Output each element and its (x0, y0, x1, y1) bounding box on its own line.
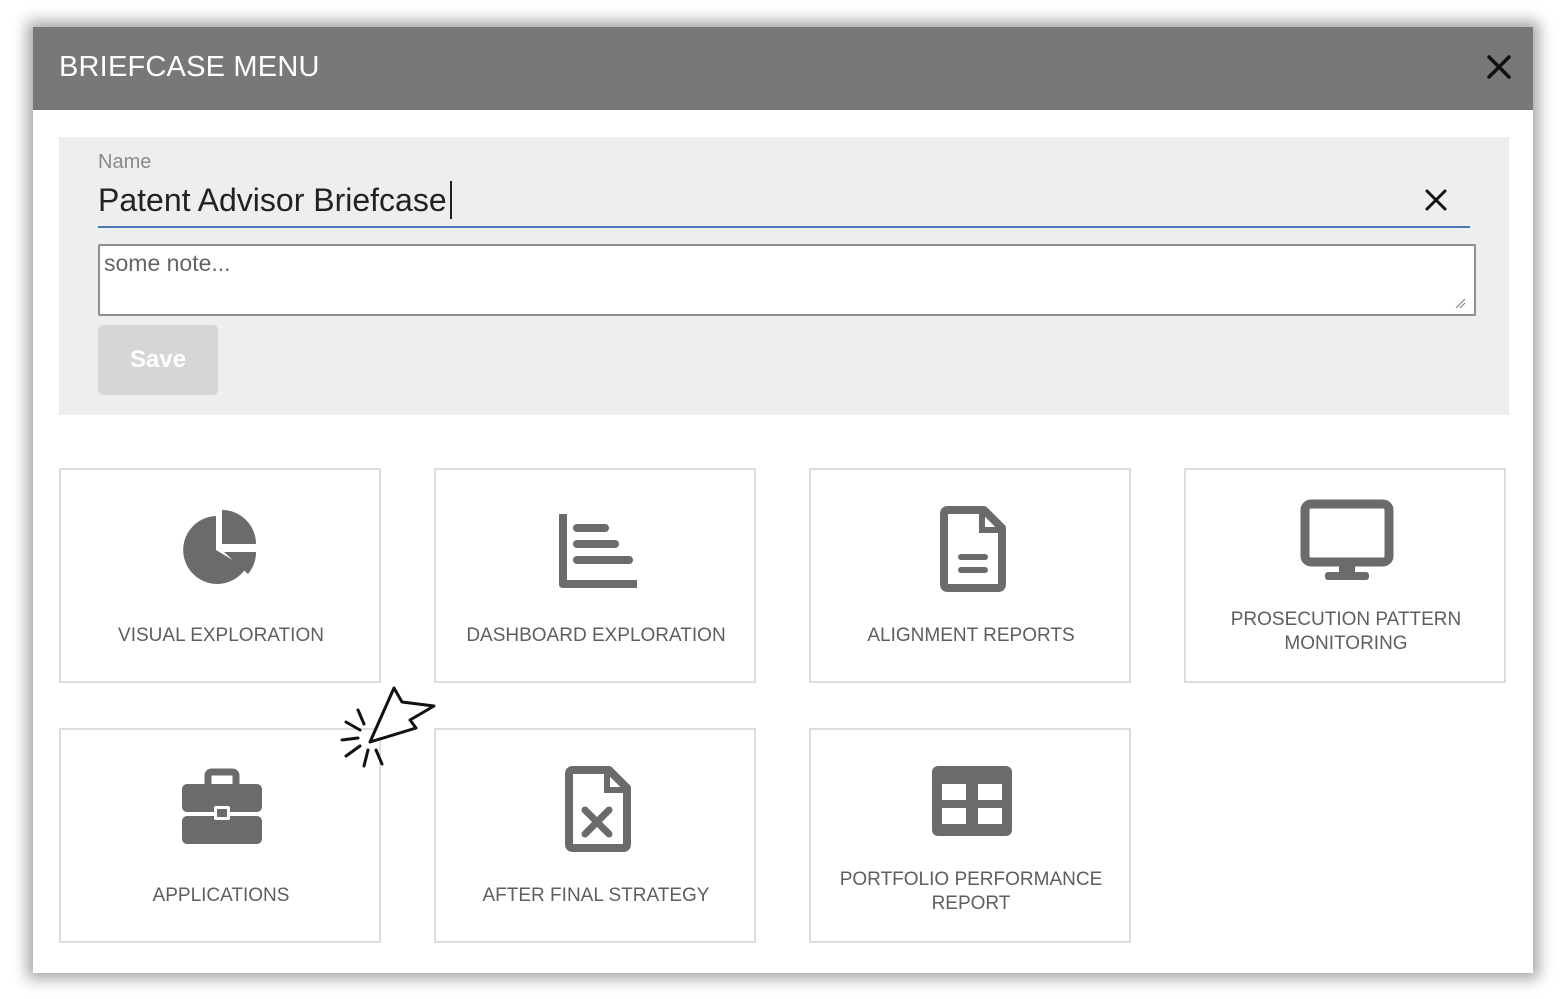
note-textarea[interactable] (98, 244, 1476, 316)
tile-applications[interactable]: APPLICATIONS (59, 728, 381, 943)
tile-label: PORTFOLIO PERFORMANCE REPORT (839, 869, 1103, 914)
name-label: Name (98, 151, 152, 173)
table-icon (922, 760, 1022, 850)
close-icon[interactable] (1483, 51, 1515, 83)
save-button[interactable]: Save (98, 325, 218, 395)
pie-chart-icon (172, 504, 272, 594)
tile-prosecution-pattern-monitoring[interactable]: PROSECUTION PATTERN MONITORING (1184, 468, 1506, 683)
tile-portfolio-performance-report[interactable]: PORTFOLIO PERFORMANCE REPORT (809, 728, 1131, 943)
modal-title: BRIEFCASE MENU (59, 51, 320, 83)
resize-grip-icon[interactable] (1454, 296, 1466, 309)
tile-label: PROSECUTION PATTERN MONITORING (1230, 609, 1462, 654)
name-input-underline (98, 226, 1470, 228)
tile-label: ALIGNMENT REPORTS (867, 625, 1075, 646)
tile-label: APPLICATIONS (152, 885, 290, 906)
briefcase-icon (172, 764, 272, 854)
tile-dashboard-exploration[interactable]: DASHBOARD EXPLORATION (434, 468, 756, 683)
modal-header: BRIEFCASE MENU (33, 27, 1533, 110)
tile-label: AFTER FINAL STRATEGY (482, 885, 710, 906)
document-icon (922, 504, 1022, 594)
tile-label: VISUAL EXPLORATION (118, 625, 324, 646)
excel-file-icon (547, 764, 647, 854)
click-cursor-icon (336, 684, 436, 774)
monitor-icon (1297, 496, 1397, 586)
tile-visual-exploration[interactable]: VISUAL EXPLORATION (59, 468, 381, 683)
tile-alignment-reports[interactable]: ALIGNMENT REPORTS (809, 468, 1131, 683)
name-input[interactable] (98, 177, 1398, 223)
bar-chart-icon (547, 504, 647, 594)
text-caret (450, 181, 452, 219)
briefcase-menu-modal: BRIEFCASE MENU Name some note... Sa (33, 27, 1533, 973)
tile-after-final-strategy[interactable]: AFTER FINAL STRATEGY (434, 728, 756, 943)
clear-name-icon[interactable] (1423, 187, 1449, 213)
briefcase-form: Name some note... Save (59, 137, 1509, 415)
tile-label: DASHBOARD EXPLORATION (466, 625, 726, 646)
